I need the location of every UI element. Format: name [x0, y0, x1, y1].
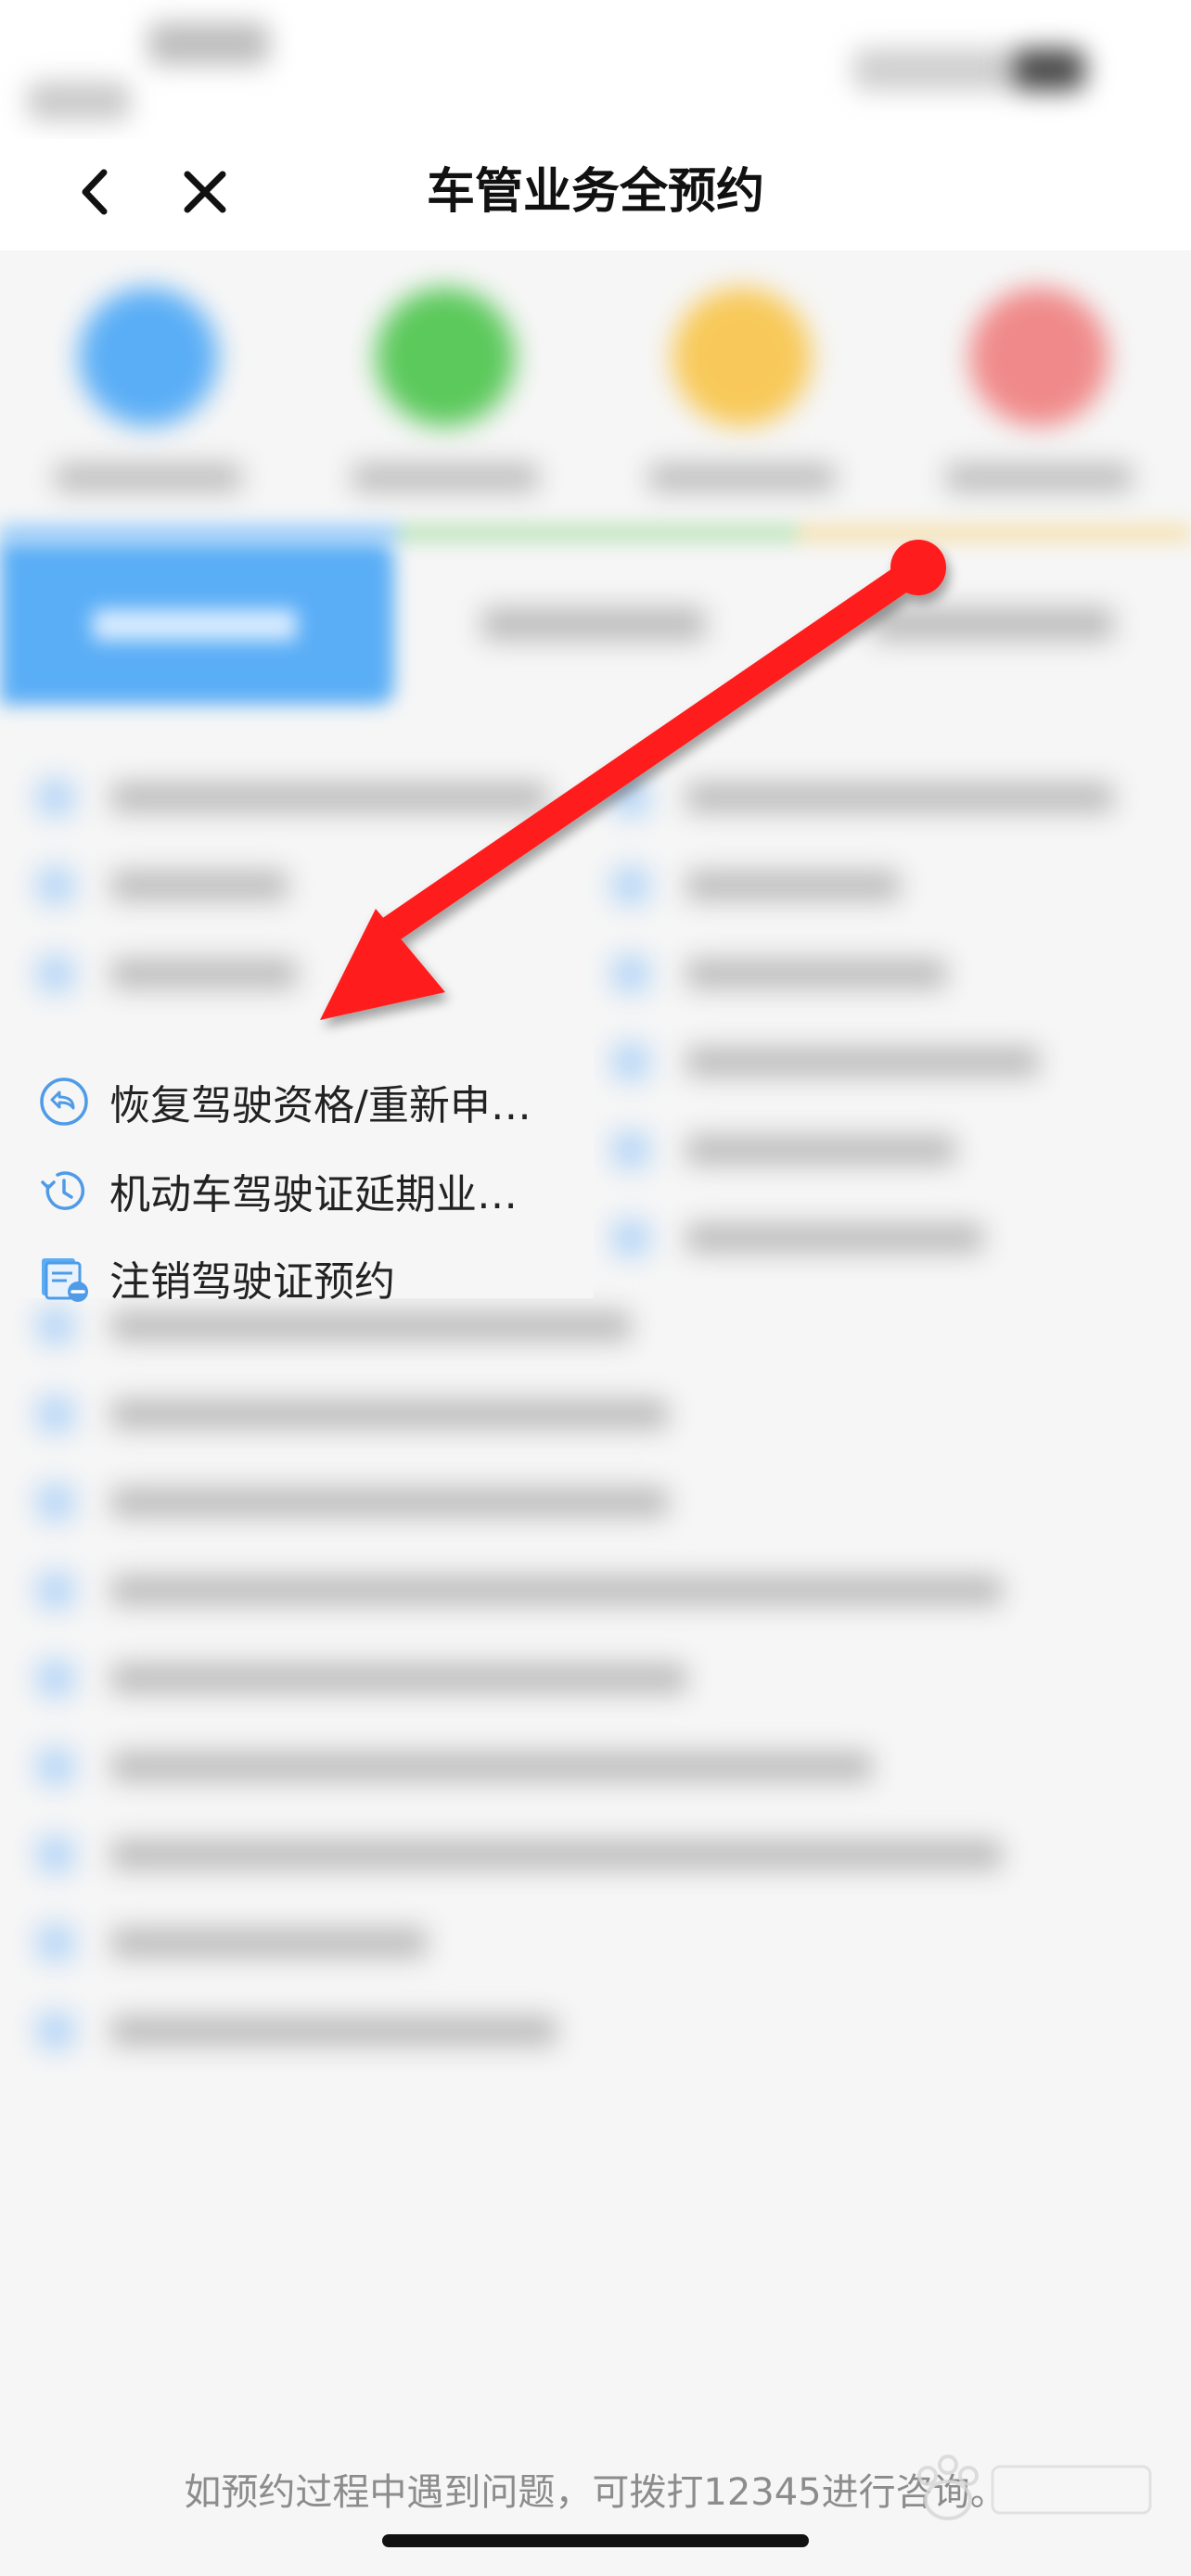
- list-item[interactable]: [612, 955, 946, 992]
- list-item[interactable]: [612, 1219, 983, 1256]
- category-label-blurred: [649, 464, 835, 491]
- list-item[interactable]: [612, 779, 1132, 816]
- list-item[interactable]: [612, 867, 909, 904]
- list-item[interactable]: [37, 1572, 1002, 1609]
- list-item[interactable]: [612, 1043, 1039, 1080]
- menu-item-restore-license[interactable]: 恢复驾驶资格/重新申…: [37, 1065, 531, 1139]
- category-yellow-icon: [672, 287, 812, 427]
- tab-second[interactable]: [482, 607, 705, 641]
- category-label-blurred: [56, 464, 241, 491]
- list-item[interactable]: [37, 1660, 686, 1697]
- status-signal-blurred: [853, 48, 1011, 91]
- focused-menu: 恢复驾驶资格/重新申… 机动车驾驶证延期业… 注销驾驶证预约: [0, 1020, 594, 1306]
- list-item[interactable]: [37, 1396, 668, 1433]
- paw-icon: [917, 2455, 1152, 2520]
- document-remove-icon: [42, 1258, 88, 1302]
- list-item[interactable]: [37, 1924, 427, 1961]
- list-item[interactable]: [37, 1748, 872, 1785]
- category-green[interactable]: [334, 287, 557, 501]
- battery-icon: [1011, 48, 1085, 91]
- nav-bar: 车管业务全预约: [0, 139, 1191, 250]
- status-bar: [0, 0, 1191, 139]
- list-item[interactable]: [37, 1484, 668, 1521]
- category-yellow[interactable]: [631, 287, 853, 501]
- page-title: 车管业务全预约: [426, 164, 764, 220]
- category-green-icon: [376, 287, 515, 427]
- status-carrier-blurred: [28, 82, 130, 121]
- menu-item-label: 注销驾驶证预约: [109, 1258, 395, 1306]
- list-item[interactable]: [37, 867, 315, 904]
- tab-active[interactable]: [0, 542, 394, 705]
- category-blue[interactable]: [37, 287, 260, 501]
- clock-refresh-icon: [41, 1171, 85, 1210]
- list-item[interactable]: [37, 1836, 1002, 1873]
- category-label-blurred: [352, 464, 538, 491]
- list-item[interactable]: [37, 955, 315, 992]
- menu-item-cancel-license[interactable]: 注销驾驶证预约: [37, 1241, 395, 1315]
- category-red-icon: [969, 287, 1108, 427]
- list-item[interactable]: [612, 1131, 965, 1168]
- menu-item-license-extension[interactable]: 机动车驾驶证延期业…: [37, 1154, 518, 1228]
- home-indicator[interactable]: [382, 2534, 809, 2547]
- tab-label-blurred: [93, 609, 297, 641]
- tab-third[interactable]: [872, 607, 1113, 641]
- list-item[interactable]: [37, 2012, 557, 2049]
- list-item[interactable]: [37, 779, 557, 816]
- category-label-blurred: [946, 464, 1132, 491]
- category-red[interactable]: [928, 287, 1150, 501]
- status-time-blurred: [148, 22, 269, 65]
- restore-icon: [40, 1078, 88, 1126]
- menu-item-label: 恢复驾驶资格/重新申…: [109, 1082, 531, 1129]
- tab-divider: [0, 524, 1191, 542]
- watermark-logo: [890, 2448, 1169, 2531]
- category-blue-icon: [79, 287, 218, 427]
- menu-item-label: 机动车驾驶证延期业…: [109, 1171, 518, 1218]
